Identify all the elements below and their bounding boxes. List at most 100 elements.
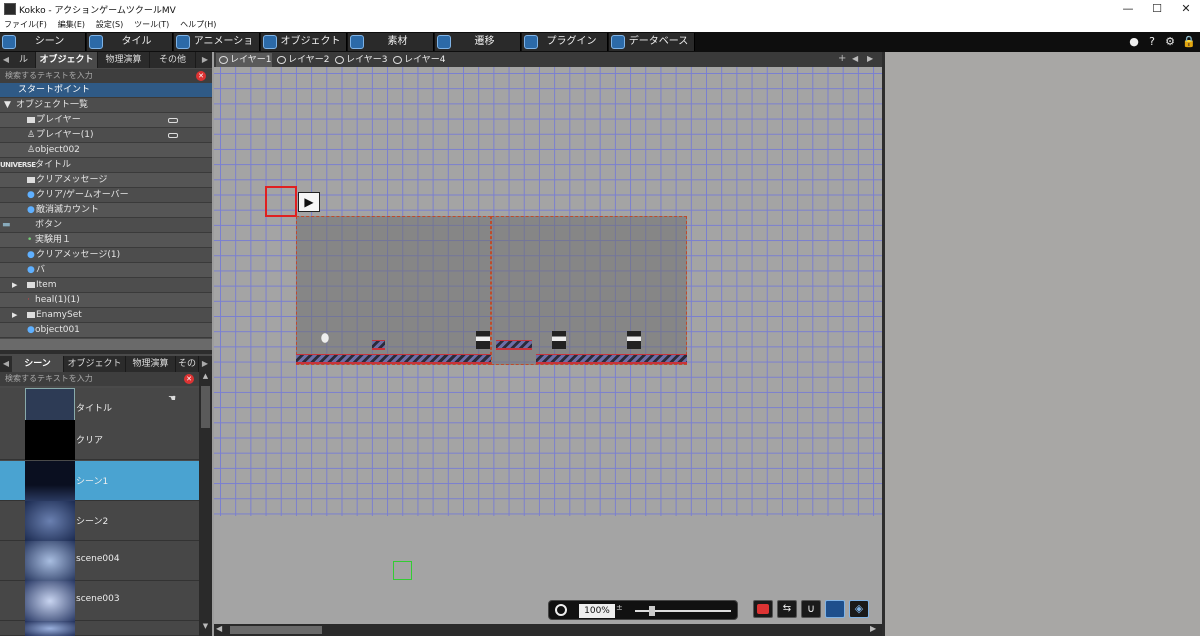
scene-item-clear[interactable]: クリア xyxy=(0,420,199,460)
tab-layer-4[interactable]: レイヤー4 xyxy=(390,53,446,67)
toolbar-database-button[interactable]: データベース xyxy=(609,33,695,51)
tab-scroll-right-icon[interactable]: ▶ xyxy=(199,52,211,68)
scene-canvas[interactable]: ▶ xyxy=(214,67,882,624)
menu-edit[interactable]: 編集(E) xyxy=(58,18,85,32)
tab-other[interactable]: その他 xyxy=(150,52,196,68)
object-item-player-1[interactable]: ♙ プレイヤー(1) xyxy=(0,128,212,143)
object-item-player[interactable]: プレイヤー xyxy=(0,113,212,128)
magnet-icon[interactable]: ∪ xyxy=(801,600,821,618)
tab-tile[interactable]: ル xyxy=(12,52,36,68)
object-item-ba[interactable]: ● バ xyxy=(0,263,212,278)
add-layer-icon[interactable]: + xyxy=(838,53,846,64)
minimize-button[interactable]: — xyxy=(1118,2,1138,15)
start-point-marker[interactable] xyxy=(265,186,297,217)
shield-icon[interactable]: ◈ xyxy=(849,600,869,618)
scroll-left-icon[interactable]: ◀ xyxy=(216,624,222,633)
panel-splitter[interactable] xyxy=(0,350,212,354)
menu-file[interactable]: ファイル(F) xyxy=(4,18,47,32)
link-icon[interactable]: ⇆ xyxy=(777,600,797,618)
enemy-sprite[interactable] xyxy=(627,331,641,349)
tab-layer-3[interactable]: レイヤー3 xyxy=(332,53,388,67)
tab-scroll-left-icon[interactable]: ◀ xyxy=(0,52,12,68)
toolbar-transition-button[interactable]: 遷移 xyxy=(435,33,521,51)
enemy-sprite[interactable] xyxy=(552,331,566,349)
toolbar-scene-button[interactable]: シーン xyxy=(0,33,86,51)
eye-icon[interactable] xyxy=(335,56,344,64)
object-folder-item[interactable]: ▶ Item xyxy=(0,278,212,293)
scroll-up-icon[interactable]: ▲ xyxy=(201,372,210,384)
object-item-start-point[interactable]: スタートポイント xyxy=(0,83,212,98)
tab-other[interactable]: その xyxy=(176,356,199,372)
eye-icon[interactable] xyxy=(219,56,228,64)
circle-icon[interactable]: ● xyxy=(1128,36,1140,48)
scroll-right-icon[interactable]: ▶ xyxy=(870,624,876,633)
tab-object[interactable]: オブジェクト xyxy=(36,52,98,68)
menu-help[interactable]: ヘルプ(H) xyxy=(180,18,216,32)
panel-scrollbar[interactable] xyxy=(0,339,212,350)
clear-search-icon[interactable]: ✕ xyxy=(184,374,194,384)
scroll-down-icon[interactable]: ▼ xyxy=(201,622,210,634)
ramp-tiles[interactable] xyxy=(496,340,532,350)
toolbar-object-button[interactable]: オブジェクト xyxy=(261,33,347,51)
help-icon[interactable]: ? xyxy=(1146,36,1158,48)
layer-prev-icon[interactable]: ◀ xyxy=(852,54,858,63)
floor-tiles-2[interactable] xyxy=(536,354,687,364)
object-item-heal[interactable]: · heal(1)(1) xyxy=(0,293,212,308)
tab-physics[interactable]: 物理演算 xyxy=(126,356,176,372)
object-folder-enemyset[interactable]: ▶ EnamySet xyxy=(0,308,212,323)
tab-scroll-left-icon[interactable]: ◀ xyxy=(0,356,12,372)
scene-item-scene1[interactable]: シーン1 xyxy=(0,461,199,501)
close-button[interactable]: ✕ xyxy=(1176,2,1196,15)
scrollbar-thumb[interactable] xyxy=(201,386,210,428)
object-item-button[interactable]: ▬ ボタン xyxy=(0,218,212,233)
scrollbar-thumb[interactable] xyxy=(230,626,322,634)
toolbar-animation-button[interactable]: アニメーション xyxy=(174,33,260,65)
object-item-title[interactable]: UNIVERSE タイトル xyxy=(0,158,212,173)
scene-item-scene003[interactable]: scene003 xyxy=(0,581,199,621)
canvas-hscrollbar[interactable]: ◀ ▶ xyxy=(214,624,882,636)
object-item-object001[interactable]: ● object001 xyxy=(0,323,212,338)
menu-tools[interactable]: ツール(T) xyxy=(134,18,169,32)
object-item-clear-message-1[interactable]: ● クリアメッセージ(1) xyxy=(0,248,212,263)
object-item-clear-gameover[interactable]: ● クリア/ゲームオーバー xyxy=(0,188,212,203)
object-item-clear-message[interactable]: クリアメッセージ xyxy=(0,173,212,188)
tab-scene[interactable]: シーン xyxy=(12,356,64,372)
player-sprite[interactable] xyxy=(318,329,332,347)
search-icon[interactable] xyxy=(555,604,567,616)
object-item-experiment[interactable]: • 実験用１ xyxy=(0,233,212,248)
gear-icon[interactable]: ⚙ xyxy=(1164,36,1176,48)
scene-list-scrollbar[interactable]: ▲ ▼ xyxy=(199,372,212,636)
object-item-object002[interactable]: ♙ object002 xyxy=(0,143,212,158)
grid-icon[interactable] xyxy=(825,600,845,618)
object-item-enemy-count[interactable]: ● 敵消滅カウント xyxy=(0,203,212,218)
floor-tiles-1[interactable] xyxy=(296,354,491,364)
scene-item-scene2[interactable]: シーン2 xyxy=(0,501,199,541)
zoom-slider-handle[interactable] xyxy=(649,606,655,616)
layer-next-icon[interactable]: ▶ xyxy=(867,54,873,63)
enemy-sprite[interactable] xyxy=(476,331,490,349)
maximize-button[interactable]: ☐ xyxy=(1147,2,1167,15)
camera-object-icon[interactable]: ▶ xyxy=(298,192,320,212)
menu-settings[interactable]: 設定(S) xyxy=(96,18,123,32)
object-folder-list[interactable]: ▼ オブジェクト一覧 xyxy=(0,98,212,113)
tab-physics[interactable]: 物理演算 xyxy=(98,52,150,68)
toolbar-plugin-button[interactable]: プラグイン xyxy=(522,33,608,51)
eye-icon[interactable] xyxy=(393,56,402,64)
toolbar-material-button[interactable]: 素材 xyxy=(348,33,434,51)
tab-layer-2[interactable]: レイヤー2 xyxy=(274,53,330,67)
object-search-input[interactable]: 検索するテキストを入力 xyxy=(0,69,212,83)
lock-icon[interactable]: 🔒 xyxy=(1182,36,1196,48)
scene-item-scene004[interactable]: scene004 xyxy=(0,541,199,581)
toolbar-tile-button[interactable]: タイル xyxy=(87,33,173,51)
zoom-stepper-icon[interactable]: ± xyxy=(616,603,623,612)
tab-layer-1[interactable]: レイヤー1 xyxy=(216,53,272,67)
scene-search-input[interactable]: 検索するテキストを入力 xyxy=(0,372,199,386)
tab-scroll-right-icon[interactable]: ▶ xyxy=(199,356,211,372)
clear-search-icon[interactable]: ✕ xyxy=(196,71,206,81)
zoom-value[interactable]: 100% xyxy=(579,604,615,618)
scene-item-partial[interactable] xyxy=(0,621,199,636)
paint-icon[interactable] xyxy=(753,600,773,618)
block-tile[interactable] xyxy=(372,340,385,350)
eye-icon[interactable] xyxy=(277,56,286,64)
tab-object[interactable]: オブジェクト xyxy=(64,356,126,372)
